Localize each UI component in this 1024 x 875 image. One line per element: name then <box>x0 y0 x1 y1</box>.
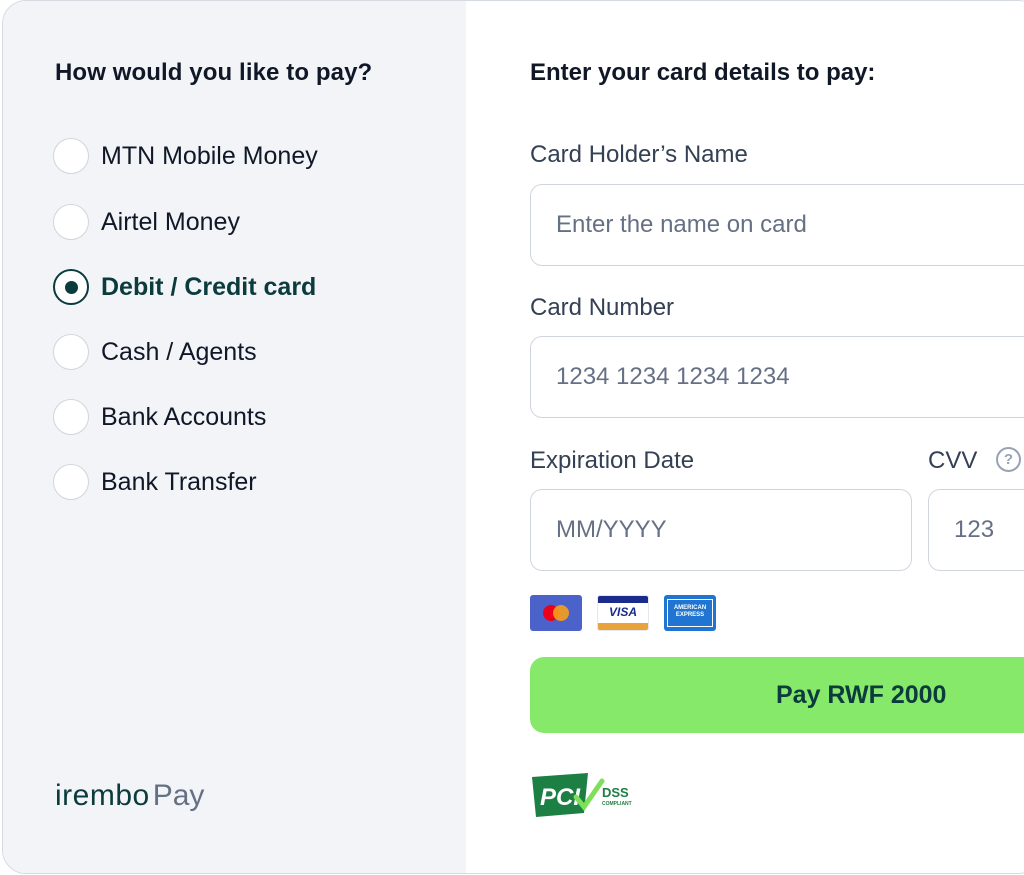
card-details-title: Enter your card details to pay: <box>530 59 876 86</box>
card-number-input[interactable] <box>530 336 1024 418</box>
radio-button[interactable] <box>53 464 89 500</box>
pci-dss-compliant-badge: PCI DSS COMPLIANT <box>532 773 640 822</box>
amex-logo: AMERICAN EXPRESS <box>664 595 716 631</box>
option-label: Bank Transfer <box>101 467 257 496</box>
option-bank-accounts[interactable]: Bank Accounts <box>53 398 266 436</box>
option-label: Debit / Credit card <box>101 272 317 301</box>
visa-text: VISA <box>608 605 637 619</box>
option-cash-agents[interactable]: Cash / Agents <box>53 333 257 371</box>
radio-dot-icon <box>64 280 78 294</box>
brand-pay: Pay <box>152 779 205 812</box>
accepted-cards: VISA AMERICAN EXPRESS <box>530 595 731 631</box>
expiration-date-label: Expiration Date <box>530 447 695 474</box>
visa-logo: VISA <box>597 595 649 631</box>
mastercard-logo <box>530 595 582 631</box>
radio-button-checked[interactable] <box>53 269 89 305</box>
radio-button[interactable] <box>53 334 89 370</box>
card-holder-input[interactable] <box>530 184 1024 266</box>
option-debit-credit-card[interactable]: Debit / Credit card <box>53 268 316 306</box>
radio-button[interactable] <box>53 204 89 240</box>
card-details-panel: Enter your card details to pay: Card Hol… <box>466 1 1024 873</box>
question-circle-icon[interactable]: ? <box>996 447 1021 472</box>
option-mtn-mobile-money[interactable]: MTN Mobile Money <box>53 137 318 175</box>
cvv-input[interactable] <box>928 489 1024 571</box>
option-airtel-money[interactable]: Airtel Money <box>53 203 240 241</box>
cvv-label: CVV <box>928 447 978 474</box>
radio-button[interactable] <box>53 399 89 435</box>
radio-button[interactable] <box>53 138 89 174</box>
payment-modal: How would you like to pay? MTN Mobile Mo… <box>2 0 1024 874</box>
amex-line1: AMERICAN <box>673 605 707 611</box>
payment-method-title: How would you like to pay? <box>55 59 373 86</box>
option-bank-transfer[interactable]: Bank Transfer <box>53 463 257 501</box>
option-label: Bank Accounts <box>101 402 267 431</box>
payment-method-panel: How would you like to pay? MTN Mobile Mo… <box>3 1 466 873</box>
option-label: MTN Mobile Money <box>101 141 318 170</box>
brand-irembo: irembo <box>55 779 150 812</box>
dss-text: DSS <box>602 785 629 800</box>
amex-line2: EXPRESS <box>675 612 705 618</box>
card-number-label: Card Number <box>530 294 675 321</box>
expiration-date-input[interactable] <box>530 489 912 571</box>
pay-button[interactable]: Pay RWF 2000 <box>530 657 1024 733</box>
option-label: Airtel Money <box>101 207 240 236</box>
option-label: Cash / Agents <box>101 337 257 366</box>
card-holder-label: Card Holder’s Name <box>530 141 748 168</box>
compliant-text: COMPLIANT <box>602 801 632 807</box>
irembo-pay-logo: irembo Pay <box>55 779 204 813</box>
